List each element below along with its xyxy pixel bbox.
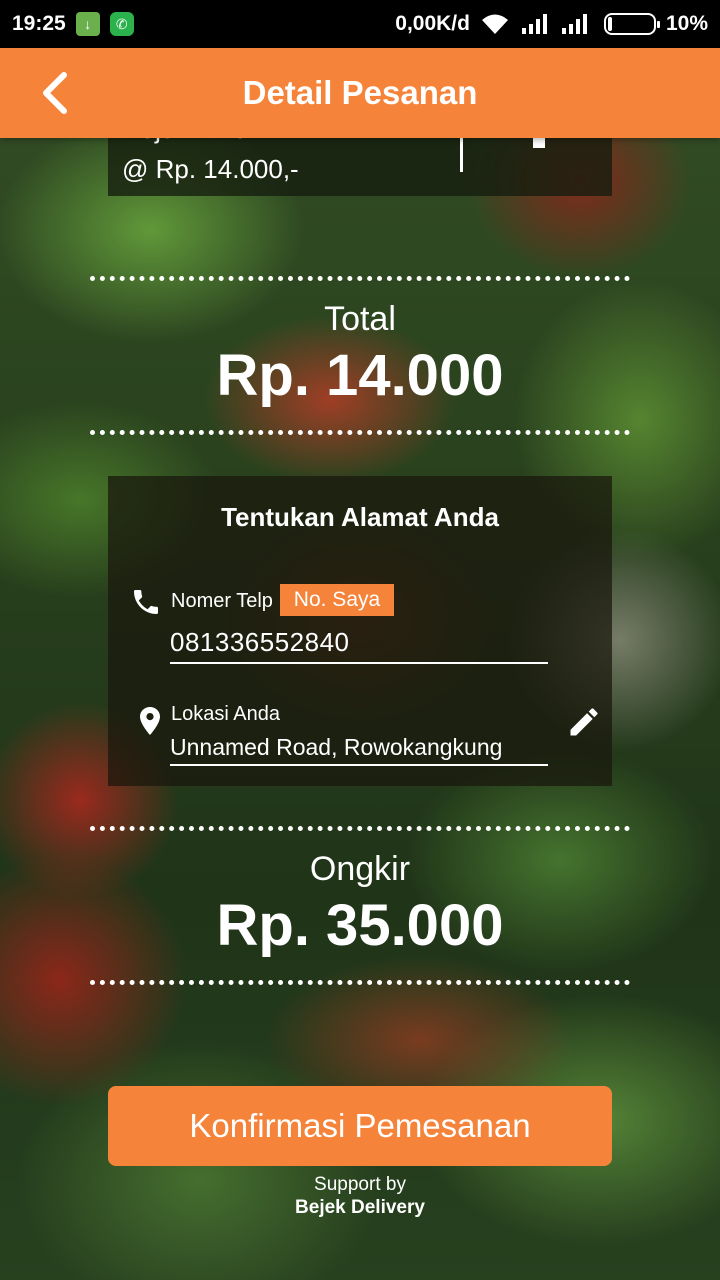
status-bar: 19:25 ↓ ✆ 0,00K/d 10% (0, 0, 720, 48)
pencil-icon (570, 708, 598, 736)
whatsapp-icon: ✆ (109, 12, 134, 36)
support-brand: Bejek Delivery (295, 1197, 425, 1218)
back-button[interactable] (28, 66, 82, 120)
download-icon: ↓ (75, 12, 100, 36)
location-input[interactable]: Unnamed Road, Rowokangkung (170, 730, 548, 766)
app-bar: Detail Pesanan (0, 48, 720, 138)
battery-percent: 10% (665, 12, 708, 35)
address-card: Tentukan Alamat Anda Nomer Telp No. Saya… (108, 476, 612, 786)
location-label: Lokasi Anda (171, 703, 280, 725)
item-price: @ Rp. 14.000,- (122, 154, 299, 184)
support-label: Support by (314, 1174, 406, 1195)
confirm-order-button[interactable]: Konfirmasi Pemesanan (108, 1086, 612, 1166)
phone-icon (134, 590, 158, 614)
edit-location-button[interactable] (566, 704, 602, 740)
shipping-label: Ongkir (309, 850, 411, 888)
network-speed: 0,00K/d (395, 12, 470, 35)
status-time: 19:25 (12, 12, 66, 35)
chevron-left-icon (43, 72, 67, 114)
my-number-button[interactable]: No. Saya (280, 584, 394, 616)
shipping-value: Rp. 35.000 (216, 893, 504, 958)
page-title: Detail Pesanan (242, 74, 478, 111)
dotted-divider (90, 826, 630, 831)
address-title: Tentukan Alamat Anda (221, 502, 499, 532)
total-value: Rp. 14.000 (216, 343, 504, 408)
dotted-divider (90, 276, 630, 281)
total-label: Total (324, 300, 396, 338)
battery-icon (603, 13, 660, 35)
signal-icon (521, 14, 547, 34)
phone-label: Nomer Telp (171, 590, 273, 612)
location-pin-icon (140, 707, 160, 735)
dotted-divider (90, 430, 630, 435)
dotted-divider (90, 980, 630, 985)
signal-icon (561, 14, 587, 34)
phone-input[interactable]: 081336552840 (170, 624, 548, 664)
wifi-icon (481, 14, 508, 34)
